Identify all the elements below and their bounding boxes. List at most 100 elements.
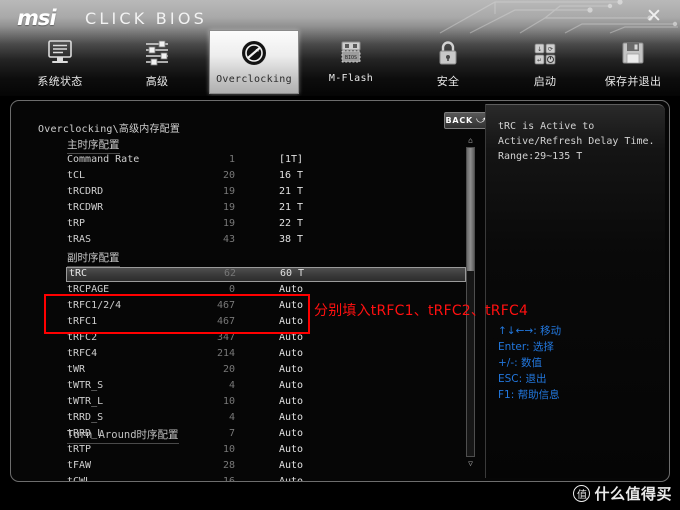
tab-security[interactable]: 安全 [403,30,493,94]
row-name: tRRD_S [67,412,104,423]
product-title: CLICK BIOS [85,9,207,28]
section-turn-around[interactable]: Turn Around时序配置 [67,427,179,444]
row-value[interactable]: Auto [279,460,303,471]
tab-boot[interactable]: ↓ ⟳ ↵ 启动 [500,30,590,94]
row-value[interactable]: Auto [279,284,303,295]
svg-text:BIOS: BIOS [345,55,357,61]
row-value[interactable]: Auto [279,412,303,423]
row-value[interactable]: Auto [279,332,303,343]
close-icon[interactable]: ✕ [643,6,665,28]
scroll-down-icon[interactable]: ▽ [465,459,476,468]
row-name: tRCDWR [67,202,104,213]
row-value[interactable]: Auto [279,444,303,455]
row-name: tRFC4 [67,348,98,359]
row-value[interactable]: 21 T [279,186,303,197]
table-row-selected[interactable]: tRC 62 60 T [66,267,466,282]
table-row[interactable]: tWR 20 Auto [57,364,466,378]
row-name: tFAW [67,460,92,471]
watermark-badge-icon: 值 [573,485,591,502]
padlock-icon [403,34,493,72]
row-name: tCL [67,170,86,181]
table-row[interactable]: tRFC2 347 Auto [57,332,466,346]
row-value[interactable]: Auto [279,316,303,327]
row-value[interactable]: Auto [279,364,303,375]
row-value[interactable]: 38 T [279,234,303,245]
table-row[interactable]: tWTR_S 4 Auto [57,380,466,394]
row-current: 19 [222,186,235,197]
row-name: tRCPAGE [67,284,110,295]
table-row[interactable]: Command Rate 1 [1T] [57,154,466,168]
row-current: 0 [228,284,235,295]
scroll-up-icon[interactable]: ⌂ [465,136,476,145]
row-current: 4 [228,412,235,423]
row-current: 19 [222,202,235,213]
row-current: 16 [222,476,235,482]
row-name: tRC [69,268,88,279]
monitor-icon [15,34,105,72]
floppy-save-icon [586,34,680,72]
row-value[interactable]: Auto [279,380,303,391]
table-row[interactable]: tRFC4 214 Auto [57,348,466,362]
boot-grid-icon: ↓ ⟳ ↵ [500,34,590,72]
tab-label: 保存并退出 [604,75,662,88]
table-row[interactable]: tCL 20 16 T [57,170,466,184]
section-main-timing: 主时序配置 [67,137,120,154]
row-name: tRAS [67,234,92,245]
row-name: tRFC1 [67,316,98,327]
row-value[interactable]: 21 T [279,202,303,213]
row-value[interactable]: Auto [279,348,303,359]
scrollbar-thumb[interactable] [467,148,474,272]
table-row[interactable]: tCWL 16 Auto [57,476,466,482]
table-row[interactable]: tRTP 10 Auto [57,444,466,458]
tab-overclocking[interactable]: Overclocking [209,30,299,94]
svg-text:↓: ↓ [537,46,542,53]
row-value[interactable]: Auto [279,300,303,311]
msi-logo: msi [17,6,57,30]
table-row[interactable]: tFAW 28 Auto [57,460,466,474]
row-value[interactable]: [1T] [279,154,303,165]
tab-label: 系统状态 [37,75,83,88]
row-current: 214 [216,348,235,359]
row-current: 10 [222,396,235,407]
tab-label: 启动 [533,75,557,88]
row-current: 1 [228,154,235,165]
nav-tabs: 系统状态 高级 Overclocking BIOS M-Flash 安全 ↓ ⟳… [0,30,680,96]
tab-system-status[interactable]: 系统状态 [15,30,105,94]
usb-bios-icon: BIOS [306,34,396,72]
row-current: 20 [222,170,235,181]
row-current: 467 [216,300,235,311]
key-hint: +/-: 数值 [498,357,542,369]
tab-advanced[interactable]: 高级 [112,30,202,94]
row-current: 19 [222,218,235,229]
row-value[interactable]: Auto [279,396,303,407]
row-value[interactable]: Auto [279,428,303,439]
section-sub-timing: 副时序配置 [67,250,120,267]
tab-label: M-Flash [328,73,374,84]
row-current: 347 [216,332,235,343]
row-value[interactable]: Auto [279,476,303,481]
tab-m-flash[interactable]: BIOS M-Flash [306,30,396,94]
table-row[interactable]: tRAS 43 38 T [57,234,466,248]
row-current: 7 [228,428,235,439]
table-row[interactable]: tRCDRD 19 21 T [57,186,466,200]
back-button-label: BACK [445,116,474,125]
tab-save-exit[interactable]: 保存并退出 [586,30,680,94]
row-current: 43 [222,234,235,245]
row-name: tRP [67,218,86,229]
row-name: tRCDRD [67,186,104,197]
table-row[interactable]: tWTR_L 10 Auto [57,396,466,410]
back-button[interactable]: BACK ⤻ [444,112,489,129]
row-value[interactable]: 60 T [280,268,304,279]
row-current: 467 [216,316,235,327]
row-value[interactable]: 22 T [279,218,303,229]
key-hint: ESC: 退出 [498,373,547,385]
key-hint: Enter: 选择 [498,341,554,353]
svg-text:↵: ↵ [537,57,542,64]
table-row[interactable]: tRRD_S 4 Auto [57,412,466,426]
annotation-text: 分别填入tRFC1、tRFC2、tRFC4 [314,303,529,319]
table-row[interactable]: tRP 19 22 T [57,218,466,232]
watermark-text: 什么值得买 [594,485,672,503]
table-row[interactable]: tRCDWR 19 21 T [57,202,466,216]
row-value[interactable]: 16 T [279,170,303,181]
table-row[interactable]: tRCPAGE 0 Auto [57,284,466,298]
